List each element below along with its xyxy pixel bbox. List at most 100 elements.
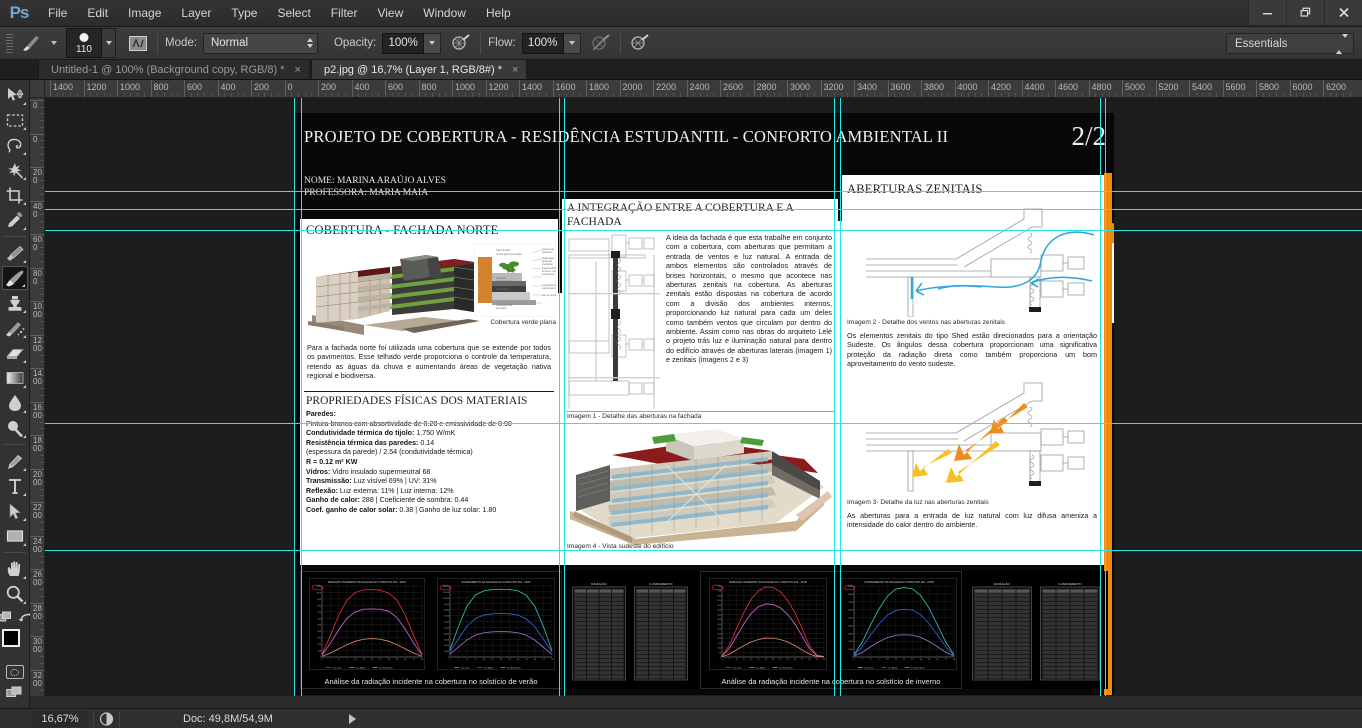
edit-in-standard-mode-icon[interactable]	[0, 611, 14, 625]
menu-help[interactable]: Help	[476, 0, 521, 27]
dodge-tool[interactable]	[2, 416, 28, 440]
svg-text:Céu Médio: Céu Médio	[355, 667, 366, 669]
menu-file[interactable]: File	[38, 0, 77, 27]
eraser-tool[interactable]	[2, 341, 28, 365]
options-bar-grip[interactable]	[4, 32, 14, 54]
mini-chart: RADIAÇÃO INCIDENTE NA FACHADA AO LONGO D…	[309, 578, 425, 670]
menu-type[interactable]: Type	[221, 0, 267, 27]
opacity-dropdown[interactable]	[424, 32, 442, 54]
zoom-tool[interactable]	[2, 582, 28, 606]
poster-title: PROJETO DE COBERTURA - RESIDÊNCIA ESTUDA…	[304, 127, 949, 146]
history-brush-tool[interactable]	[2, 316, 28, 340]
minimize-button[interactable]	[1248, 0, 1286, 25]
guide-vertical[interactable]	[559, 98, 560, 696]
color-swatches[interactable]	[1, 629, 29, 659]
airbrush-toggle-icon[interactable]	[589, 31, 613, 55]
guide-vertical[interactable]	[1105, 98, 1106, 696]
tablet-pressure-icon[interactable]	[628, 31, 652, 55]
workspace-value: Essentials	[1235, 37, 1288, 50]
document-canvas[interactable]: PROJETO DE COBERTURA - RESIDÊNCIA ESTUDA…	[294, 113, 1114, 695]
winter-caption: Análise da radiação incidente na cobertu…	[721, 677, 941, 686]
ruler-h-label: 1000	[120, 82, 141, 92]
guide-horizontal[interactable]	[45, 550, 1362, 551]
tab-close-icon[interactable]: ×	[295, 64, 301, 76]
zoom-level-input[interactable]: 16,67%	[32, 710, 88, 727]
document-tab-0[interactable]: Untitled-1 @ 100% (Background copy, RGB/…	[38, 59, 310, 79]
document-tab-1[interactable]: p2.jpg @ 16,7% (Layer 1, RGB/8#) * ×	[310, 59, 528, 79]
menu-image[interactable]: Image	[118, 0, 171, 27]
move-tool[interactable]	[2, 83, 28, 107]
ruler-corner[interactable]	[30, 80, 45, 98]
gradient-tool[interactable]	[2, 366, 28, 390]
screen-mode-icon[interactable]	[5, 686, 24, 700]
ruler-h-label: 4000	[957, 82, 978, 92]
brush-size-dropdown[interactable]	[102, 28, 116, 58]
rectangle-tool[interactable]	[2, 524, 28, 548]
path-selection-tool[interactable]	[2, 499, 28, 523]
svg-text:laje de concreto: laje de concreto	[542, 294, 556, 297]
guide-vertical[interactable]	[294, 98, 295, 696]
pen-tool[interactable]	[2, 449, 28, 473]
horizontal-ruler[interactable]: 1400 1200 1000 800 600 400 200 0 200 400 600 800 100…	[45, 80, 1362, 98]
guide-horizontal[interactable]	[45, 423, 1362, 424]
menu-layer[interactable]: Layer	[171, 0, 221, 27]
airbrush-pressure-icon[interactable]	[449, 31, 473, 55]
brush-size-display[interactable]: 110	[66, 28, 102, 58]
crop-tool[interactable]	[2, 183, 28, 207]
type-tool[interactable]	[2, 474, 28, 498]
vertical-ruler[interactable]: 0 0 200 400 600 800 1000 1200 1400 1600 1800 2000 22…	[30, 98, 45, 696]
professor-line: PROFESSORA: MARIA MAIA	[304, 188, 429, 198]
ruler-h-label: 6200	[1326, 82, 1347, 92]
foreground-color-swatch[interactable]	[1, 629, 20, 647]
ruler-h-label: 1800	[589, 82, 610, 92]
menu-edit[interactable]: Edit	[77, 0, 118, 27]
zenithal-wind-diagram	[846, 203, 1096, 317]
flow-input[interactable]: 100%	[521, 32, 564, 54]
close-button[interactable]	[1324, 0, 1362, 25]
lasso-tool[interactable]	[2, 133, 28, 157]
eyedropper-tool[interactable]	[2, 208, 28, 232]
document-info-icon[interactable]	[99, 711, 114, 726]
brush-preset-icon[interactable]	[18, 31, 44, 55]
menu-window[interactable]: Window	[413, 0, 476, 27]
guide-vertical[interactable]	[1100, 98, 1101, 696]
property-row: Paredes:	[306, 410, 336, 418]
status-expand-arrow-icon[interactable]	[348, 713, 356, 724]
healing-brush-tool[interactable]	[2, 241, 28, 265]
flow-dropdown[interactable]	[563, 32, 581, 54]
quick-mask-icon[interactable]	[5, 665, 24, 679]
opacity-input[interactable]: 100%	[382, 32, 425, 54]
brush-tool[interactable]	[1, 266, 28, 290]
guide-horizontal[interactable]	[45, 191, 1362, 192]
brush-panel-toggle-icon[interactable]	[126, 31, 150, 55]
guide-vertical[interactable]	[840, 98, 841, 696]
svg-text:ILUMINAMENTO NA FACHADA AO LON: ILUMINAMENTO NA FACHADA AO LONGO DO DIA …	[461, 580, 531, 584]
guide-vertical[interactable]	[564, 98, 565, 696]
middle-paragraph: A ideia da fachada é que esta trabalhe e…	[666, 233, 832, 365]
magic-wand-tool[interactable]	[2, 158, 28, 182]
menu-select[interactable]: Select	[267, 0, 320, 27]
clone-stamp-tool[interactable]	[2, 291, 28, 315]
restore-button[interactable]	[1286, 0, 1324, 25]
hand-tool[interactable]	[2, 557, 28, 581]
brush-preset-chevron-icon[interactable]	[51, 41, 57, 45]
menu-filter[interactable]: Filter	[321, 0, 368, 27]
svg-text:Céu Encoberto: Céu Encoberto	[911, 666, 926, 669]
menu-view[interactable]: View	[367, 0, 413, 27]
right-caption-3: Imagem 3- Detalhe da luz nas aberturas z…	[847, 499, 989, 506]
ruler-v-label: 2400	[33, 536, 42, 554]
poster-artwork: PROJETO DE COBERTURA - RESIDÊNCIA ESTUDA…	[294, 113, 1114, 695]
guide-vertical[interactable]	[834, 98, 835, 696]
canvas-area[interactable]: PROJETO DE COBERTURA - RESIDÊNCIA ESTUDA…	[45, 98, 1362, 696]
guide-horizontal[interactable]	[45, 209, 1362, 210]
column-middle: A INTEGRAÇÃO ENTRE A COBERTURA E A FACHA…	[562, 199, 838, 559]
document-size-info: Doc: 49,8M/54,9M	[183, 712, 273, 725]
workspace-selector[interactable]: Essentials	[1226, 33, 1354, 54]
rectangular-marquee-tool[interactable]	[2, 108, 28, 132]
guide-vertical[interactable]	[301, 98, 302, 696]
mini-chart: RADIAÇÃO INCIDENTE NA FACHADA AO LONGO D…	[709, 578, 827, 670]
guide-horizontal[interactable]	[45, 230, 1362, 231]
tab-close-icon[interactable]: ×	[512, 64, 518, 76]
blur-tool[interactable]	[2, 391, 28, 415]
blend-mode-select[interactable]: Normal	[202, 32, 318, 54]
